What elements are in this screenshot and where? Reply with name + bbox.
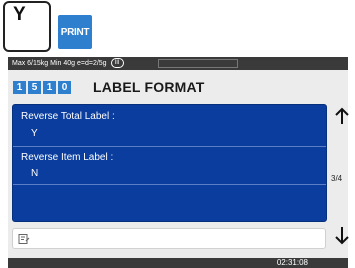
clock-time: 02:31:08 [276, 258, 308, 267]
title-row: 1 5 1 0 LABEL FORMAT [13, 79, 205, 95]
code-digit: 0 [58, 80, 71, 94]
page-title: LABEL FORMAT [93, 79, 205, 95]
settings-panel: Reverse Total Label : Y Reverse Item Lab… [12, 104, 327, 222]
print-key[interactable]: PRINT [58, 15, 92, 49]
field-row-reverse-total[interactable]: Reverse Total Label : Y [13, 105, 326, 147]
field-label: Reverse Item Label : [21, 152, 114, 163]
code-digit: 5 [28, 80, 41, 94]
y-key[interactable]: Y [3, 1, 51, 52]
scroll-up-button[interactable] [330, 107, 354, 125]
scale-spec-text: Max 6/15kg Min 40g e=d=2/5g [12, 60, 107, 67]
field-value: N [31, 168, 39, 179]
scroll-down-button[interactable] [330, 226, 354, 246]
input-bar[interactable] [12, 228, 326, 249]
range-badge: III [110, 58, 124, 68]
arrow-up-icon [335, 107, 349, 124]
status-bar: Max 6/15kg Min 40g e=d=2/5g III [8, 57, 348, 70]
field-value: Y [31, 128, 38, 139]
arrow-down-icon [335, 227, 349, 245]
code-digit: 1 [43, 80, 56, 94]
field-row-reverse-item[interactable]: Reverse Item Label : N [13, 147, 326, 185]
edit-note-icon [18, 234, 30, 244]
bottom-bar: 02:31:08 [8, 258, 348, 268]
field-label: Reverse Total Label : [21, 111, 115, 122]
code-digit: 1 [13, 80, 26, 94]
status-box [158, 59, 238, 68]
page-indicator: 3/4 [331, 174, 343, 183]
